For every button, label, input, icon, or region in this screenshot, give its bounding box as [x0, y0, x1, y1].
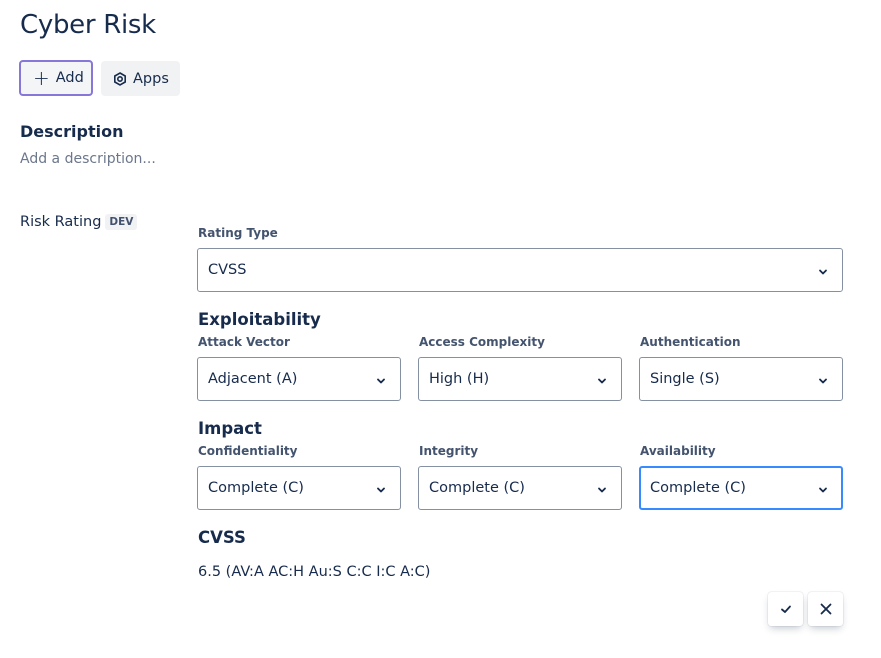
- cancel-button[interactable]: [808, 592, 843, 626]
- description-heading: Description: [20, 122, 124, 141]
- access-complexity-value: High (H): [429, 371, 490, 387]
- availability-value: Complete (C): [650, 480, 746, 496]
- authentication-label: Authentication: [640, 335, 741, 349]
- rating-type-label: Rating Type: [198, 226, 278, 240]
- authentication-value: Single (S): [650, 371, 720, 387]
- rating-type-select[interactable]: CVSS: [197, 248, 843, 292]
- confidentiality-label: Confidentiality: [198, 444, 298, 458]
- chevron-down-icon: [818, 265, 828, 275]
- integrity-select[interactable]: Complete (C): [418, 466, 622, 510]
- availability-label: Availability: [640, 444, 716, 458]
- risk-rating-label: Risk Rating DEV: [20, 214, 138, 230]
- cvss-heading: CVSS: [198, 528, 246, 547]
- attack-vector-value: Adjacent (A): [208, 371, 298, 387]
- dev-badge: DEV: [105, 214, 138, 230]
- add-button-label: Add: [55, 70, 84, 86]
- confidentiality-value: Complete (C): [208, 480, 304, 496]
- chevron-down-icon: [597, 483, 607, 493]
- availability-select[interactable]: Complete (C): [639, 466, 843, 510]
- access-complexity-select[interactable]: High (H): [418, 357, 622, 401]
- attack-vector-label: Attack Vector: [198, 335, 290, 349]
- cvss-score: 6.5 (AV:A AC:H Au:S C:C I:C A:C): [198, 564, 431, 580]
- integrity-value: Complete (C): [429, 480, 525, 496]
- exploitability-heading: Exploitability: [198, 310, 321, 329]
- chevron-down-icon: [597, 374, 607, 384]
- plus-icon: +: [33, 66, 50, 90]
- close-icon: [820, 603, 832, 615]
- chevron-down-icon: [818, 483, 828, 493]
- page-title: Cyber Risk: [20, 10, 156, 40]
- confidentiality-select[interactable]: Complete (C): [197, 466, 401, 510]
- authentication-select[interactable]: Single (S): [639, 357, 843, 401]
- chevron-down-icon: [818, 374, 828, 384]
- add-button[interactable]: + Add: [19, 60, 93, 96]
- chevron-down-icon: [376, 374, 386, 384]
- risk-rating-label-text: Risk Rating: [20, 214, 102, 230]
- impact-heading: Impact: [198, 419, 262, 438]
- chevron-down-icon: [376, 483, 386, 493]
- apps-icon: [113, 71, 127, 86]
- attack-vector-select[interactable]: Adjacent (A): [197, 357, 401, 401]
- check-icon: [780, 603, 792, 615]
- rating-type-value: CVSS: [208, 262, 247, 278]
- integrity-label: Integrity: [419, 444, 479, 458]
- confirm-button[interactable]: [768, 592, 803, 626]
- apps-button[interactable]: Apps: [101, 61, 180, 96]
- apps-button-label: Apps: [133, 70, 169, 87]
- description-field[interactable]: Add a description...: [20, 151, 156, 167]
- access-complexity-label: Access Complexity: [419, 335, 545, 349]
